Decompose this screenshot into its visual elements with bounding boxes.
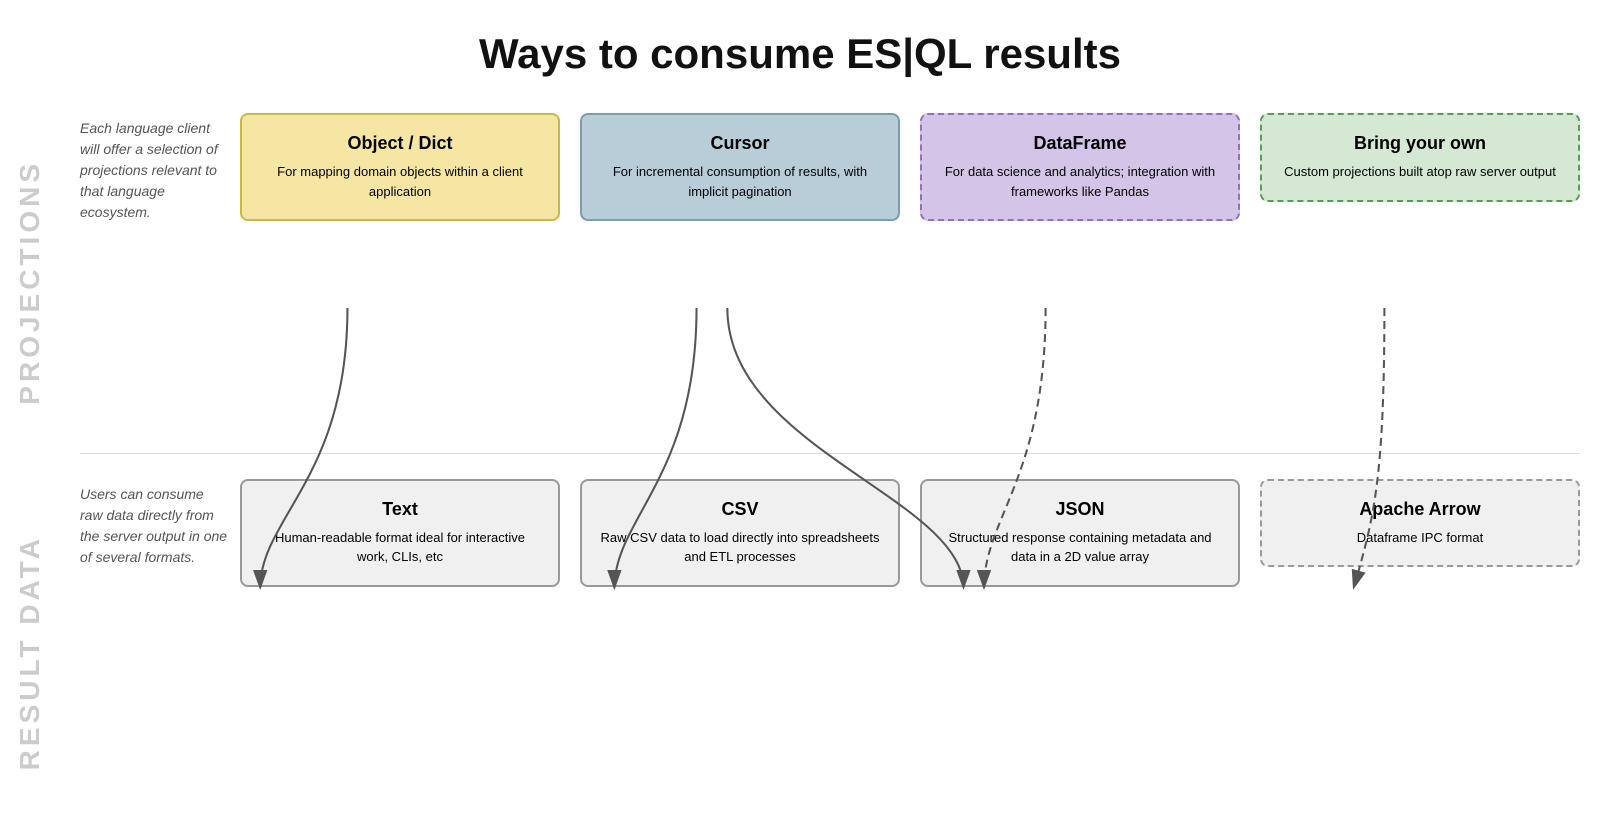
projections-desc: Each language client will offer a select… bbox=[80, 108, 240, 223]
result-row: Users can consume raw data directly from… bbox=[80, 454, 1580, 809]
card-cursor: Cursor For incremental consumption of re… bbox=[580, 113, 900, 221]
main-layout: PROJECTIONS RESULT DATA bbox=[0, 98, 1600, 837]
result-data-label: RESULT DATA bbox=[14, 535, 46, 770]
card-json-title: JSON bbox=[938, 499, 1222, 520]
projections-label-container: PROJECTIONS bbox=[0, 98, 60, 468]
content-area: Each language client will offer a select… bbox=[60, 98, 1600, 837]
card-dataframe-title: DataFrame bbox=[938, 133, 1222, 154]
card-cursor-desc: For incremental consumption of results, … bbox=[598, 162, 882, 201]
page-title: Ways to consume ES|QL results bbox=[0, 0, 1600, 98]
result-cards: Text Human-readable format ideal for int… bbox=[240, 474, 1580, 587]
card-csv-desc: Raw CSV data to load directly into sprea… bbox=[598, 528, 882, 567]
card-csv-title: CSV bbox=[598, 499, 882, 520]
card-dataframe: DataFrame For data science and analytics… bbox=[920, 113, 1240, 221]
card-object-title: Object / Dict bbox=[258, 133, 542, 154]
card-json: JSON Structured response containing meta… bbox=[920, 479, 1240, 587]
card-bringyourown-title: Bring your own bbox=[1278, 133, 1562, 154]
card-json-desc: Structured response containing metadata … bbox=[938, 528, 1222, 567]
card-text-title: Text bbox=[258, 499, 542, 520]
card-dataframe-desc: For data science and analytics; integrat… bbox=[938, 162, 1222, 201]
card-apache-desc: Dataframe IPC format bbox=[1278, 528, 1562, 548]
card-apache-title: Apache Arrow bbox=[1278, 499, 1562, 520]
result-desc: Users can consume raw data directly from… bbox=[80, 474, 240, 568]
card-text: Text Human-readable format ideal for int… bbox=[240, 479, 560, 587]
projections-row: Each language client will offer a select… bbox=[80, 98, 1580, 453]
projections-label: PROJECTIONS bbox=[14, 160, 46, 405]
result-data-label-container: RESULT DATA bbox=[0, 468, 60, 838]
card-bringyourown-desc: Custom projections built atop raw server… bbox=[1278, 162, 1562, 182]
card-csv: CSV Raw CSV data to load directly into s… bbox=[580, 479, 900, 587]
card-bring-your-own: Bring your own Custom projections built … bbox=[1260, 113, 1580, 202]
card-cursor-title: Cursor bbox=[598, 133, 882, 154]
card-object-desc: For mapping domain objects within a clie… bbox=[258, 162, 542, 201]
card-apache-arrow: Apache Arrow Dataframe IPC format bbox=[1260, 479, 1580, 568]
card-object-dict: Object / Dict For mapping domain objects… bbox=[240, 113, 560, 221]
side-labels: PROJECTIONS RESULT DATA bbox=[0, 98, 60, 837]
card-text-desc: Human-readable format ideal for interact… bbox=[258, 528, 542, 567]
projections-cards: Object / Dict For mapping domain objects… bbox=[240, 108, 1580, 221]
